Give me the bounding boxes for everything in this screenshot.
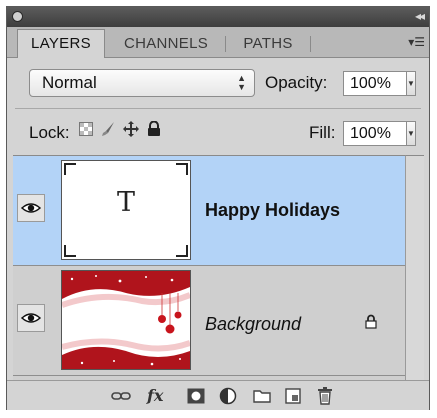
opacity-dropdown-icon[interactable]: ▼ bbox=[406, 71, 416, 96]
padlock-icon[interactable] bbox=[147, 120, 161, 141]
layer-name[interactable]: Background bbox=[205, 314, 301, 335]
folder-icon[interactable] bbox=[253, 386, 271, 406]
lock-transparent-icon[interactable] bbox=[79, 122, 93, 140]
layer-row-happy-holidays[interactable]: T Happy Holidays bbox=[13, 156, 405, 266]
selection-corner-icon bbox=[176, 163, 188, 175]
adjustment-icon[interactable] bbox=[219, 386, 237, 406]
stepper-arrows-icon: ▲ ▼ bbox=[237, 73, 246, 92]
fill-input[interactable]: 100% bbox=[343, 121, 407, 146]
tab-paths[interactable]: PATHS bbox=[229, 30, 307, 57]
opacity-label: Opacity: bbox=[265, 73, 328, 92]
visibility-eye-icon[interactable] bbox=[17, 304, 45, 332]
close-icon[interactable] bbox=[12, 11, 23, 22]
holiday-background-image bbox=[62, 271, 190, 369]
text-layer-icon: T bbox=[116, 187, 135, 218]
mask-icon[interactable] bbox=[187, 386, 205, 406]
brush-icon[interactable] bbox=[100, 121, 116, 141]
divider bbox=[15, 108, 421, 109]
move-icon[interactable] bbox=[122, 120, 140, 142]
layer-row-background[interactable]: Background bbox=[13, 266, 405, 376]
new-layer-icon[interactable] bbox=[285, 386, 301, 406]
tab-layers[interactable]: LAYERS bbox=[17, 29, 105, 58]
panel-tabs: LAYERS CHANNELS PATHS ▾☰ bbox=[7, 27, 429, 58]
trash-icon[interactable] bbox=[317, 386, 333, 406]
blend-mode-select[interactable]: Normal ▲ ▼ bbox=[29, 69, 255, 97]
layers-panel: ◂◂ LAYERS CHANNELS PATHS ▾☰ Normal ▲ ▼ Op… bbox=[6, 6, 430, 410]
lock-label: Lock: bbox=[29, 123, 70, 142]
fill-dropdown-icon[interactable]: ▼ bbox=[406, 121, 416, 146]
tab-separator bbox=[225, 36, 226, 52]
fill-label: Fill: bbox=[309, 123, 336, 142]
tab-separator bbox=[310, 36, 311, 52]
collapse-icon[interactable]: ◂◂ bbox=[415, 9, 425, 23]
blend-mode-value: Normal bbox=[42, 73, 97, 92]
panel-footer: fx bbox=[7, 380, 429, 410]
layer-thumbnail-image bbox=[61, 270, 191, 370]
layer-name[interactable]: Happy Holidays bbox=[205, 200, 340, 221]
fx-icon[interactable]: fx bbox=[147, 386, 163, 406]
layers-list: T Happy Holidays Background bbox=[13, 155, 405, 380]
selection-corner-icon bbox=[176, 245, 188, 257]
layer-thumbnail-text: T bbox=[61, 160, 191, 260]
opacity-input[interactable]: 100% bbox=[343, 71, 407, 96]
tab-channels[interactable]: CHANNELS bbox=[110, 30, 222, 57]
visibility-eye-icon[interactable] bbox=[17, 194, 45, 222]
selection-corner-icon bbox=[64, 245, 76, 257]
panel-menu-icon[interactable]: ▾☰ bbox=[408, 35, 425, 49]
layer-lock-icon bbox=[365, 314, 377, 333]
panel-titlebar: ◂◂ bbox=[7, 7, 429, 27]
link-icon[interactable] bbox=[111, 386, 131, 406]
layers-scrollbar[interactable] bbox=[405, 155, 424, 380]
selection-corner-icon bbox=[64, 163, 76, 175]
